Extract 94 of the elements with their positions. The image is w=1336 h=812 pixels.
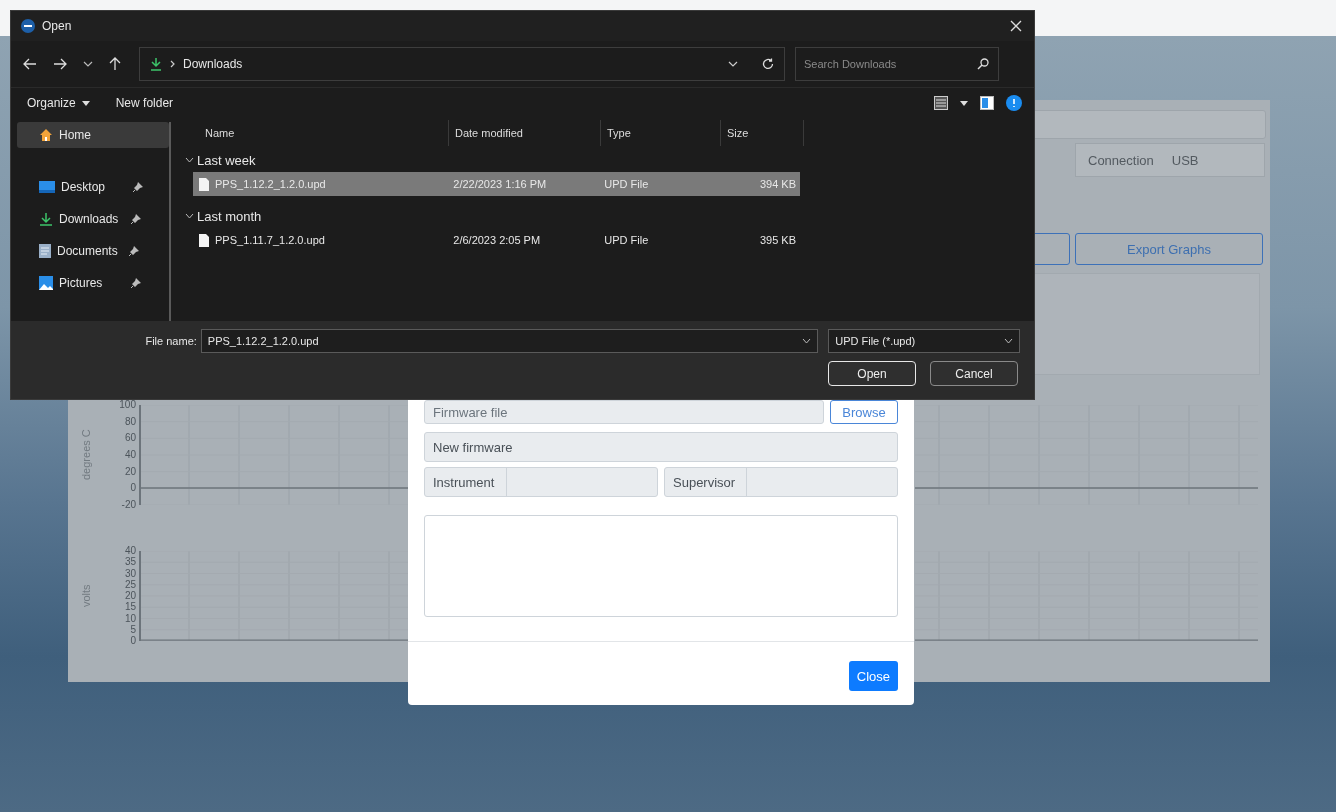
tick-label: -20 <box>121 499 136 510</box>
file-name-label: File name: <box>144 335 198 347</box>
picture-icon <box>39 276 53 290</box>
tick-label: 100 <box>119 400 136 410</box>
dialog-title: Open <box>42 19 72 33</box>
open-button[interactable]: Open <box>828 361 916 386</box>
tick-label: 35 <box>124 557 136 568</box>
sidebar-label: Home <box>59 128 92 142</box>
app-icon <box>21 19 35 33</box>
group-header[interactable]: Last week <box>179 148 1034 172</box>
sidebar-label: Downloads <box>59 212 120 226</box>
file-row[interactable]: PPS_1.11.7_1.2.0.upd 2/6/2023 2:05 PM UPD File 395 KB <box>193 228 800 252</box>
connection-value: USB <box>1171 152 1199 168</box>
file-type: UPD File <box>603 234 650 246</box>
tick-label: 0 <box>130 636 136 646</box>
sidebar-item[interactable]: Documents <box>17 238 169 264</box>
refresh-icon[interactable] <box>762 58 774 70</box>
sidebar-item[interactable]: Home <box>17 122 169 148</box>
up-arrow-icon[interactable] <box>109 57 121 71</box>
tick-label: 80 <box>124 416 136 427</box>
chevron-icon <box>185 213 194 219</box>
help-icon[interactable] <box>1006 95 1022 111</box>
tick-label: 20 <box>124 591 136 601</box>
file-row[interactable]: PPS_1.12.2_1.2.0.upd 2/22/2023 1:16 PM UPD File 394 KB <box>193 172 800 196</box>
file-type-value: UPD File (*.upd) <box>835 335 916 347</box>
file-type: UPD File <box>603 178 650 190</box>
file-icon <box>199 177 209 191</box>
home-icon <box>39 128 53 142</box>
sidebar-item[interactable]: Downloads <box>17 206 169 232</box>
chevron-right-icon <box>170 60 175 68</box>
file-name: PPS_1.11.7_1.2.0.upd <box>215 234 325 246</box>
tick-label: 40 <box>124 546 136 556</box>
sidebar-item[interactable]: Pictures <box>17 270 169 296</box>
chevron-down-icon <box>802 338 812 344</box>
tick-label: 20 <box>124 466 136 477</box>
document-icon <box>39 244 51 258</box>
file-date: 2/22/2023 1:16 PM <box>452 178 548 190</box>
new-firmware-label: New firmware <box>424 432 898 462</box>
browse-button[interactable]: Browse <box>830 400 898 424</box>
back-arrow-icon[interactable] <box>23 58 37 70</box>
sidebar-label: Desktop <box>61 180 107 194</box>
file-size: 395 KB <box>758 234 797 246</box>
group-header[interactable]: Last month <box>179 204 1034 228</box>
preview-pane-icon[interactable] <box>980 96 994 110</box>
tick-label: 30 <box>124 568 136 579</box>
field-label: Instrument <box>425 468 507 496</box>
column-header[interactable]: Date modified <box>449 120 601 146</box>
tick-label: 10 <box>124 613 136 624</box>
search-field[interactable]: Search Downloads <box>795 47 999 81</box>
connection-label: Connection <box>1088 152 1154 168</box>
download-icon <box>150 57 162 71</box>
forward-arrow-icon[interactable] <box>53 58 67 70</box>
search-icon <box>977 58 989 70</box>
caret-icon[interactable] <box>960 100 968 106</box>
breadcrumb[interactable]: Downloads <box>183 57 243 71</box>
tick-label: 5 <box>130 624 136 635</box>
chevron-down-icon[interactable] <box>728 61 738 67</box>
file-name-field[interactable]: PPS_1.12.2_1.2.0.upd <box>200 329 819 353</box>
tick-label: 25 <box>124 579 136 590</box>
file-name-value: PPS_1.12.2_1.2.0.upd <box>207 335 319 347</box>
chevron-down-icon[interactable] <box>83 61 93 67</box>
list-view-icon[interactable] <box>934 96 948 110</box>
file-size: 394 KB <box>758 178 797 190</box>
download-icon <box>39 212 53 226</box>
desktop-icon <box>39 180 55 194</box>
tick-label: 15 <box>124 602 136 613</box>
sidebar-label: Documents <box>57 244 119 258</box>
file-name: PPS_1.12.2_1.2.0.upd <box>215 178 326 190</box>
chevron-down-icon <box>1004 338 1013 344</box>
sidebar-item[interactable]: Desktop <box>17 174 169 200</box>
column-header[interactable]: Type <box>601 120 721 146</box>
column-header[interactable]: Name <box>179 120 449 146</box>
close-button[interactable]: Close <box>848 661 898 691</box>
caret-icon <box>81 100 90 106</box>
address-bar[interactable]: Downloads <box>139 47 785 81</box>
tick-label: 40 <box>124 449 136 460</box>
tick-label: 60 <box>124 433 136 444</box>
tick-label: 0 <box>130 483 136 494</box>
group-label: Last week <box>197 152 256 168</box>
new-folder-button[interactable]: New folder <box>115 96 174 110</box>
input-group[interactable]: Instrument <box>424 467 658 497</box>
firmware-file-field[interactable]: Firmware file <box>424 400 824 424</box>
file-icon <box>199 233 209 247</box>
close-icon[interactable] <box>1010 20 1022 32</box>
file-date: 2/6/2023 2:05 PM <box>452 234 542 246</box>
chevron-icon <box>185 157 194 163</box>
column-header[interactable]: Size <box>721 120 804 146</box>
organize-menu[interactable]: Organize <box>27 96 76 110</box>
sidebar-label: Pictures <box>59 276 104 290</box>
input-group[interactable]: Supervisor <box>664 467 898 497</box>
group-label: Last month <box>197 208 262 224</box>
field-label: Supervisor <box>665 468 747 496</box>
cancel-button[interactable]: Cancel <box>930 361 1018 386</box>
file-type-dropdown[interactable]: UPD File (*.upd) <box>828 329 1020 353</box>
